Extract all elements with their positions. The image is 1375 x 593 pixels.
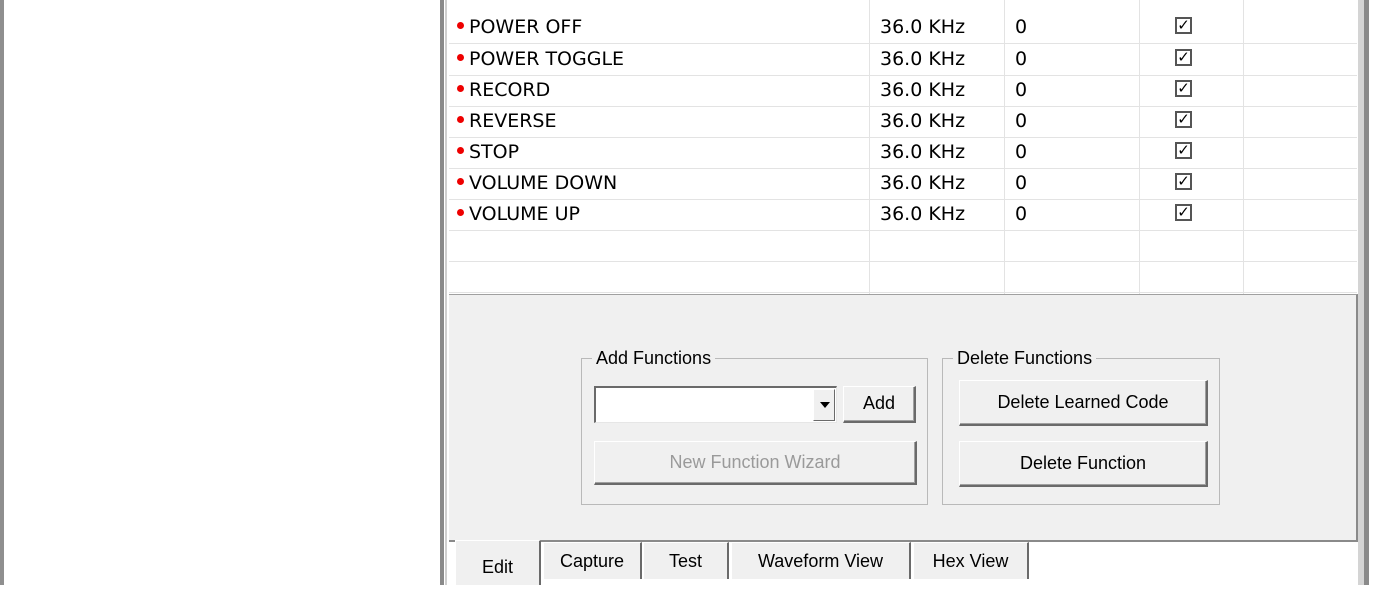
function-name-cell: POWER OFF bbox=[457, 12, 869, 43]
delete-functions-title: Delete Functions bbox=[953, 347, 1097, 369]
functions-list[interactable]: POWER OFF 36.0 KHz 0 ✓ POWER TOGGLE 36.0… bbox=[449, 0, 1357, 294]
function-name-cell: VOLUME DOWN bbox=[457, 168, 869, 199]
frequency-cell: 36.0 KHz bbox=[880, 110, 966, 132]
function-name-cell: POWER TOGGLE bbox=[457, 44, 869, 75]
function-name: STOP bbox=[469, 141, 520, 163]
function-name: VOLUME UP bbox=[469, 203, 580, 225]
delete-learned-code-button[interactable]: Delete Learned Code bbox=[959, 380, 1208, 426]
status-dot-icon bbox=[457, 178, 464, 185]
status-dot-icon bbox=[457, 22, 464, 29]
frequency-cell: 36.0 KHz bbox=[880, 141, 966, 163]
new-function-wizard-button[interactable]: New Function Wizard bbox=[594, 441, 917, 485]
enabled-checkbox[interactable]: ✓ bbox=[1175, 80, 1192, 97]
add-button[interactable]: Add bbox=[843, 386, 916, 423]
status-dot-icon bbox=[457, 116, 464, 123]
repeat-cell: 0 bbox=[1015, 79, 1028, 101]
repeat-cell: 0 bbox=[1015, 110, 1028, 132]
tab-hex-view[interactable]: Hex View bbox=[913, 542, 1029, 579]
function-name: REVERSE bbox=[469, 110, 557, 132]
status-dot-icon bbox=[457, 85, 464, 92]
delete-function-button[interactable]: Delete Function bbox=[959, 441, 1208, 487]
function-name: VOLUME DOWN bbox=[469, 172, 618, 194]
chevron-down-icon[interactable] bbox=[813, 389, 835, 421]
enabled-cell: ✓ bbox=[1175, 168, 1205, 199]
pane-left-border-inner bbox=[445, 0, 447, 585]
repeat-cell: 0 bbox=[1015, 203, 1028, 225]
function-select[interactable] bbox=[594, 386, 837, 423]
frequency-cell: 36.0 KHz bbox=[880, 16, 966, 38]
function-name-cell: VOLUME UP bbox=[457, 199, 869, 230]
function-name-cell: STOP bbox=[457, 137, 869, 168]
status-dot-icon bbox=[457, 54, 464, 61]
enabled-cell: ✓ bbox=[1175, 75, 1205, 106]
tab-waveform-view[interactable]: Waveform View bbox=[731, 542, 911, 579]
repeat-cell: 0 bbox=[1015, 141, 1028, 163]
repeat-cell: 0 bbox=[1015, 48, 1028, 70]
tab-edit[interactable]: Edit bbox=[455, 540, 541, 585]
frequency-cell: 36.0 KHz bbox=[880, 203, 966, 225]
pane-right-border bbox=[1364, 0, 1369, 585]
enabled-checkbox[interactable]: ✓ bbox=[1175, 204, 1192, 221]
pane-left-border bbox=[440, 0, 444, 585]
frequency-cell: 36.0 KHz bbox=[880, 172, 966, 194]
add-functions-group: Add Functions Add New Function Wizard bbox=[581, 347, 928, 505]
list-row-empty[interactable] bbox=[449, 261, 1357, 293]
enabled-cell: ✓ bbox=[1175, 199, 1205, 230]
enabled-checkbox[interactable]: ✓ bbox=[1175, 142, 1192, 159]
list-row[interactable]: STOP 36.0 KHz 0 ✓ bbox=[449, 137, 1357, 169]
frequency-cell: 36.0 KHz bbox=[880, 79, 966, 101]
enabled-cell: ✓ bbox=[1175, 44, 1205, 75]
enabled-checkbox[interactable]: ✓ bbox=[1175, 17, 1192, 34]
list-row[interactable]: REVERSE 36.0 KHz 0 ✓ bbox=[449, 106, 1357, 138]
function-name: POWER OFF bbox=[469, 16, 583, 38]
function-name: RECORD bbox=[469, 79, 551, 101]
add-functions-title: Add Functions bbox=[592, 347, 716, 369]
status-dot-icon bbox=[457, 209, 464, 216]
list-row-empty[interactable] bbox=[449, 230, 1357, 262]
status-dot-icon bbox=[457, 147, 464, 154]
repeat-cell: 0 bbox=[1015, 172, 1028, 194]
left-window-border bbox=[0, 0, 4, 585]
repeat-cell: 0 bbox=[1015, 16, 1028, 38]
list-row[interactable]: VOLUME UP 36.0 KHz 0 ✓ bbox=[449, 199, 1357, 231]
list-top-partial-row bbox=[449, 0, 1357, 12]
frequency-cell: 36.0 KHz bbox=[880, 48, 966, 70]
edit-tab-panel: Add Functions Add New Function Wizard De… bbox=[449, 294, 1358, 542]
function-name-cell: RECORD bbox=[457, 75, 869, 106]
tab-test[interactable]: Test bbox=[643, 542, 729, 579]
function-name-cell: REVERSE bbox=[457, 106, 869, 137]
function-name: POWER TOGGLE bbox=[469, 48, 625, 70]
enabled-checkbox[interactable]: ✓ bbox=[1175, 173, 1192, 190]
enabled-cell: ✓ bbox=[1175, 12, 1205, 43]
delete-functions-group: Delete Functions Delete Learned Code Del… bbox=[942, 347, 1220, 505]
enabled-cell: ✓ bbox=[1175, 137, 1205, 168]
enabled-checkbox[interactable]: ✓ bbox=[1175, 111, 1192, 128]
enabled-checkbox[interactable]: ✓ bbox=[1175, 49, 1192, 66]
list-row[interactable]: POWER TOGGLE 36.0 KHz 0 ✓ bbox=[449, 44, 1357, 76]
enabled-cell: ✓ bbox=[1175, 106, 1205, 137]
tab-capture[interactable]: Capture bbox=[543, 542, 642, 579]
list-row[interactable]: RECORD 36.0 KHz 0 ✓ bbox=[449, 75, 1357, 107]
list-row[interactable]: POWER OFF 36.0 KHz 0 ✓ bbox=[449, 12, 1357, 44]
list-row[interactable]: VOLUME DOWN 36.0 KHz 0 ✓ bbox=[449, 168, 1357, 200]
